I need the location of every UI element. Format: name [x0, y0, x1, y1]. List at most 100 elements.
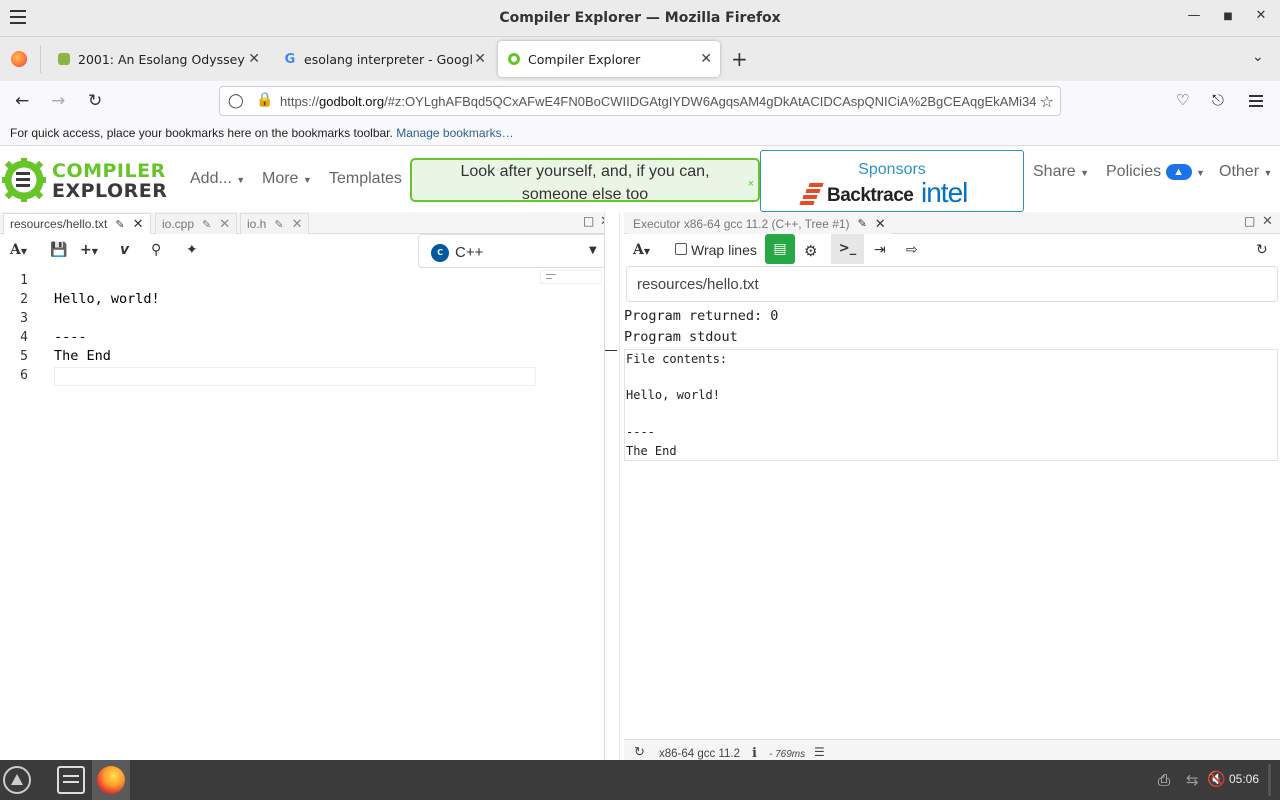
recompile-icon[interactable]: ↻	[634, 744, 645, 760]
line-number: 5	[20, 349, 28, 364]
url-bar[interactable]: ◯ 🔒 https://godbolt.org/#z:OYLghAFBqd5QC…	[219, 86, 1061, 116]
firefox-view-icon[interactable]	[11, 51, 27, 67]
code-line: The End	[54, 348, 111, 364]
pocket-icon[interactable]: ♡	[1176, 91, 1189, 109]
sponsor-backtrace[interactable]: Backtrace	[827, 185, 914, 207]
navigation-toolbar: ← → ↻ ◯ 🔒 https://godbolt.org/#z:OYLghAF…	[0, 81, 1280, 121]
close-tab-icon[interactable]: ✕	[133, 216, 144, 232]
line-number: 6	[20, 368, 28, 383]
rename-pencil-icon[interactable]: ✎	[858, 217, 867, 230]
font-size-icon[interactable]: A▼	[633, 242, 650, 258]
editor-tab-hello-txt[interactable]: resources/hello.txt ✎ ✕	[3, 213, 151, 234]
list-all-tabs-icon[interactable]: ⌄	[1252, 49, 1264, 65]
toggle-output-icon[interactable]: ▤	[765, 234, 795, 264]
vim-mode-icon[interactable]: v	[120, 242, 129, 258]
close-window-button[interactable]: ✕	[1250, 8, 1272, 28]
minimize-button[interactable]: —	[1183, 8, 1205, 28]
code-editor[interactable]: 1 2 3 4 5 6 Hello, world! ---- The End	[0, 268, 604, 760]
logo-line2: EXPLORER	[52, 180, 168, 202]
stdin-icon[interactable]: ⇨	[906, 242, 918, 258]
executor-tab[interactable]: Executor x86-64 gcc 11.2 (C++, Tree #1) ✎…	[627, 213, 892, 234]
lock-icon[interactable]: 🔒	[256, 92, 273, 108]
rename-pencil-icon[interactable]: ✎	[274, 218, 283, 231]
more-menu[interactable]: More ▼	[262, 170, 312, 188]
save-icon[interactable]: 💾	[50, 242, 67, 258]
url-text: https://godbolt.org/#z:OYLghAFBqd5QCxAFw…	[280, 94, 1053, 109]
refresh-icon[interactable]: ↻	[1256, 242, 1268, 258]
tab-label: 2001: An Esolang Odyssey - Es	[78, 51, 246, 67]
tab-label: esolang interpreter - Google Sea	[304, 51, 472, 67]
pin-icon[interactable]: ✦	[186, 242, 198, 258]
info-icon[interactable]: i	[752, 746, 757, 761]
new-tab-button[interactable]: +	[731, 47, 748, 71]
editor-tab-io-cpp[interactable]: io.cpp ✎ ✕	[155, 213, 238, 234]
maximize-pane-icon[interactable]: □	[583, 214, 594, 228]
network-icon[interactable]: ⇆	[1186, 771, 1199, 789]
font-size-icon[interactable]: A▼	[10, 242, 27, 258]
reload-icon[interactable]: ↻	[88, 91, 102, 111]
show-desktop-button[interactable]	[1268, 764, 1271, 796]
cpp-language-icon: C	[431, 244, 449, 262]
compilation-output-icon[interactable]: ☰	[814, 745, 825, 759]
tab-google-search[interactable]: G esolang interpreter - Google Sea ✕	[274, 41, 494, 77]
execution-args-icon[interactable]: ⇥	[874, 242, 886, 258]
printer-icon[interactable]: ⎙	[1158, 771, 1170, 789]
close-tab-icon[interactable]: ✕	[248, 51, 260, 67]
firefox-taskbar-icon[interactable]	[92, 760, 130, 800]
maximize-button[interactable]: ■	[1217, 11, 1239, 31]
minimap[interactable]	[540, 270, 602, 284]
stdout-line: File contents:	[626, 352, 728, 366]
close-tab-icon[interactable]: ✕	[875, 216, 886, 232]
extensions-icon[interactable]: ⎋	[1212, 91, 1224, 109]
close-tab-icon[interactable]: ✕	[474, 51, 486, 67]
sponsor-intel[interactable]: intel	[921, 177, 968, 209]
hamburger-menu-icon[interactable]	[1249, 95, 1263, 107]
clock[interactable]: 05:06	[1229, 772, 1259, 786]
toggle-stdin-icon[interactable]: >_	[831, 234, 864, 264]
rename-pencil-icon[interactable]: ✎	[115, 218, 124, 231]
stdout-line: Hello, world!	[626, 388, 720, 402]
policies-menu[interactable]: Policies ▲ ▼	[1106, 163, 1205, 181]
compiler-settings-icon[interactable]: ⚙	[804, 242, 817, 260]
executor-footer: ↻ x86-64 gcc 11.2 i - 769ms ☰	[624, 739, 1280, 761]
logo-line1: COMPILER	[52, 160, 166, 182]
maximize-pane-icon[interactable]: □	[1244, 214, 1255, 228]
tab-esolang-odyssey[interactable]: 2001: An Esolang Odyssey - Es ✕	[48, 41, 268, 77]
policies-notification-bell-icon: ▲	[1165, 164, 1192, 180]
editor-tab-io-h[interactable]: io.h ✎ ✕	[240, 213, 310, 234]
tab-compiler-explorer[interactable]: Compiler Explorer ✕	[498, 41, 720, 77]
backtrace-logo-icon	[799, 183, 825, 205]
start-menu-icon[interactable]	[3, 766, 31, 794]
footer-compiler: x86-64 gcc 11.2	[659, 748, 740, 760]
share-menu[interactable]: Share ▼	[1033, 163, 1089, 181]
add-new-icon[interactable]: +▼	[80, 242, 98, 258]
bookmark-star-icon[interactable]: ☆	[1035, 92, 1054, 111]
stdout-label: Program stdout	[624, 329, 738, 345]
line-number: 3	[20, 311, 28, 326]
wrap-lines-label[interactable]: Wrap lines	[691, 242, 757, 258]
ce-logo[interactable]: COMPILER EXPLORER	[2, 158, 167, 204]
close-tab-icon[interactable]: ✕	[292, 216, 303, 232]
search-icon[interactable]: ⚲	[151, 242, 161, 258]
templates-menu[interactable]: Templates	[329, 170, 402, 188]
close-tab-icon[interactable]: ✕	[219, 216, 230, 232]
wrap-lines-checkbox[interactable]	[675, 243, 687, 255]
rename-pencil-icon[interactable]: ✎	[202, 218, 211, 231]
system-taskbar: ⎙ ⇆ 🔇 05:06	[0, 760, 1280, 800]
back-icon[interactable]: ←	[15, 91, 29, 111]
add-menu[interactable]: Add... ▼	[190, 170, 245, 188]
sponsors-box[interactable]: Sponsors Backtrace intel	[760, 150, 1024, 212]
esolang-favicon	[56, 51, 72, 67]
language-selector[interactable]: C C++ ▼	[418, 234, 616, 268]
motd-close-button[interactable]: ×	[748, 173, 754, 196]
execution-args-input[interactable]: resources/hello.txt	[626, 266, 1278, 302]
tracking-shield-icon[interactable]: ◯	[228, 93, 244, 109]
other-menu[interactable]: Other ▼	[1219, 163, 1272, 181]
close-pane-icon[interactable]: ✕	[1262, 214, 1273, 229]
pane-splitter[interactable]	[604, 212, 620, 760]
close-tab-icon[interactable]: ✕	[700, 51, 712, 67]
file-manager-icon[interactable]	[57, 766, 85, 794]
volume-muted-icon[interactable]: 🔇	[1207, 770, 1226, 788]
forward-icon[interactable]: →	[51, 91, 65, 111]
manage-bookmarks-link[interactable]: Manage bookmarks…	[396, 126, 513, 140]
